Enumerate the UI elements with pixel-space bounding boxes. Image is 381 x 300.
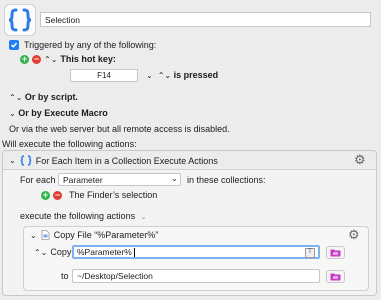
or-execute-macro-label: Or by Execute Macro <box>18 108 108 118</box>
updown-chevron-icon: ⌃⌄ <box>9 93 23 102</box>
for-each-label: For each <box>20 175 56 185</box>
copy-file-title: Copy File “%Parameter%” <box>53 230 159 240</box>
remove-collection-icon[interactable]: − <box>53 190 62 200</box>
trigger-heading: Triggered by any of the following: <box>24 40 157 50</box>
or-by-script-label: Or by script. <box>24 92 78 102</box>
triggered-checkbox[interactable] <box>9 40 19 50</box>
for-each-title: For Each Item in a Collection Execute Ac… <box>35 155 218 166</box>
in-collections-label: in these collections: <box>187 175 266 185</box>
folder-icon <box>330 273 341 281</box>
hotkey-field[interactable]: F14 <box>70 69 138 82</box>
gear-icon[interactable]: ⚙ <box>354 153 366 166</box>
curly-braces-icon <box>8 8 32 32</box>
for-each-variable-field[interactable]: Parameter <box>58 173 181 186</box>
curly-braces-icon <box>20 155 31 166</box>
hotkey-row: + − ⌃⌄ This hot key: <box>20 54 116 64</box>
collapse-chevron-icon[interactable]: ⌄ <box>30 231 37 240</box>
remove-trigger-icon[interactable]: − <box>32 54 41 64</box>
hotkey-options-chevron-icon[interactable]: ⌄ <box>146 71 153 80</box>
add-trigger-icon[interactable]: + <box>20 54 29 64</box>
choose-destination-button[interactable] <box>326 270 345 283</box>
to-label: to <box>61 271 69 281</box>
trigger-header: Triggered by any of the following: <box>9 40 156 50</box>
variable-dropdown-chevron-icon[interactable]: ⌄ <box>171 174 178 183</box>
choose-source-button[interactable] <box>326 246 345 259</box>
destination-path-value: ~/Desktop/Selection <box>77 271 153 281</box>
destination-path-field[interactable]: ~/Desktop/Selection <box>72 269 320 283</box>
collection-item-label: The Finder’s selection <box>69 190 158 200</box>
macro-icon[interactable] <box>4 4 36 36</box>
web-server-note: Or via the web server but all remote acc… <box>9 124 230 134</box>
checkmark-icon <box>10 42 18 48</box>
copy-file-action[interactable]: ⌄ Copy File “%Parameter%” ⚙ ⌃⌄ Copy %Par… <box>23 226 369 291</box>
source-path-value: %Parameter% <box>77 247 132 257</box>
hotkey-state-label: is pressed <box>173 70 219 80</box>
text-cursor <box>134 248 136 258</box>
token-menu-icon[interactable]: T <box>305 248 315 258</box>
updown-chevron-icon: ⌃⌄ <box>34 247 48 257</box>
hotkey-label: This hot key: <box>60 54 116 64</box>
updown-chevron-icon: ⌃⌄ <box>157 71 172 80</box>
gear-icon[interactable]: ⚙ <box>348 228 360 241</box>
copy-operation-label: Copy <box>50 247 72 257</box>
for-each-variable-value: Parameter <box>63 175 103 185</box>
collapse-chevron-icon[interactable]: ⌄ <box>9 156 16 165</box>
hotkey-state-row: ⌄ ⌃⌄ is pressed <box>146 70 218 80</box>
macro-name-field[interactable]: Selection <box>40 12 371 27</box>
or-execute-macro-row[interactable]: ⌄ Or by Execute Macro <box>9 108 108 118</box>
for-each-action[interactable]: ⌄ For Each Item in a Collection Execute … <box>2 150 377 296</box>
or-by-script-row[interactable]: ⌃⌄ Or by script. <box>9 92 78 102</box>
execute-row: execute the following actions ⌄ <box>20 211 147 221</box>
hotkey-state-popup[interactable]: ⌃⌄ is pressed <box>158 70 218 80</box>
updown-chevron-icon[interactable]: ⌃⌄ <box>44 55 57 64</box>
copy-operation-popup[interactable]: ⌃⌄ Copy <box>34 247 71 257</box>
collection-row: + − The Finder’s selection <box>41 190 157 200</box>
execute-options-chevron-icon[interactable]: ⌄ <box>140 212 147 221</box>
file-icon <box>41 230 50 240</box>
source-path-field[interactable]: %Parameter% T <box>72 245 320 259</box>
add-collection-icon[interactable]: + <box>41 190 50 200</box>
folder-icon <box>330 249 341 257</box>
chevron-down-icon: ⌄ <box>9 109 16 118</box>
for-each-title-row: ⌄ For Each Item in a Collection Execute … <box>9 155 218 166</box>
copy-file-title-row: ⌄ Copy File “%Parameter%” <box>30 230 158 240</box>
execute-label: execute the following actions <box>20 211 136 221</box>
actions-heading: Will execute the following actions: <box>2 139 137 149</box>
